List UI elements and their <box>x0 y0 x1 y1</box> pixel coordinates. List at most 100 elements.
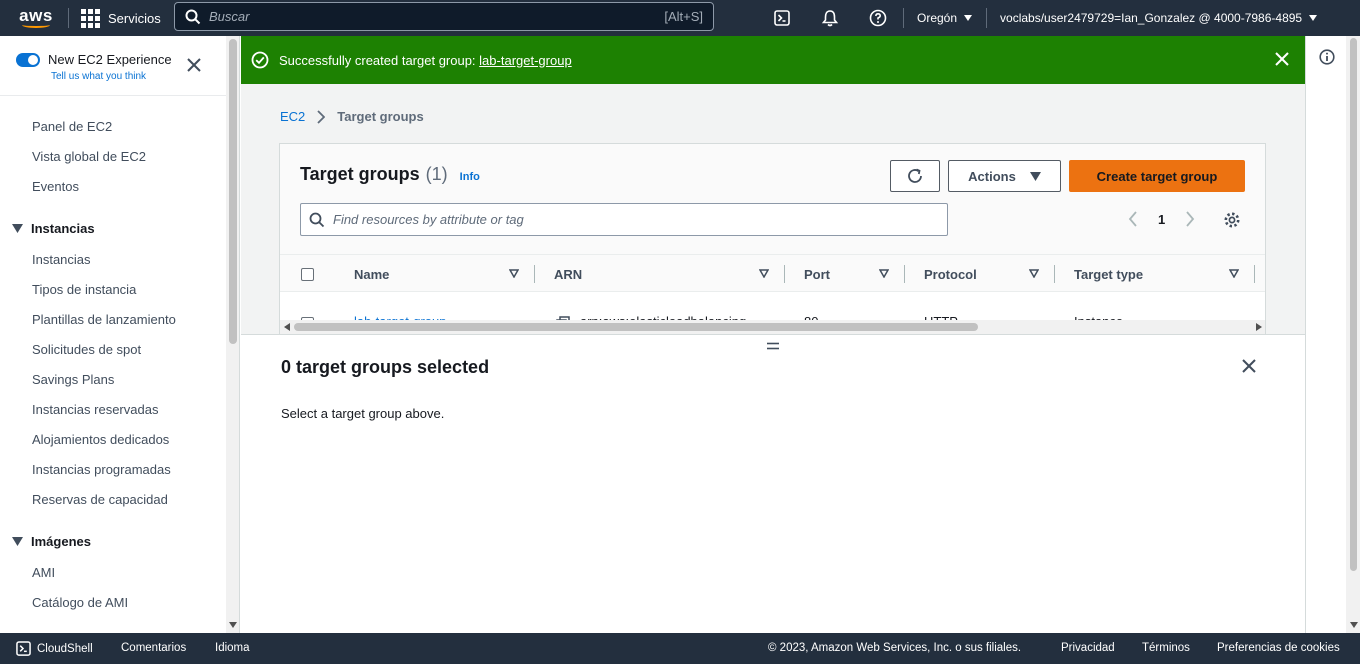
side-navigation: New EC2 Experience Tell us what you thin… <box>0 36 240 633</box>
account-menu[interactable]: voclabs/user2479729=Ian_Gonzalez @ 4000-… <box>1000 11 1318 25</box>
caret-down-icon <box>964 15 973 21</box>
new-experience-toggle[interactable] <box>16 53 40 67</box>
table-title: Target groups <box>300 164 420 184</box>
flash-message: Successfully created target group: lab-t… <box>279 53 572 68</box>
chevron-right-icon <box>317 109 326 124</box>
scrollbar-thumb[interactable] <box>229 39 237 344</box>
sort-caret-icon[interactable] <box>1229 269 1239 278</box>
aws-logo-text: aws <box>19 5 53 25</box>
sidebar-item-instances[interactable]: Instancias <box>32 252 91 267</box>
close-icon[interactable] <box>1242 359 1256 373</box>
section-title: Instancias <box>31 221 95 236</box>
flash-target-group-link[interactable]: lab-target-group <box>479 53 572 68</box>
scroll-down-arrow-icon[interactable] <box>1350 622 1358 628</box>
column-header-target-type[interactable]: Target type <box>1074 267 1143 282</box>
page-number[interactable]: 1 <box>1158 212 1165 227</box>
privacy-link[interactable]: Privacidad <box>1061 642 1115 654</box>
caret-down-icon <box>1029 171 1041 181</box>
split-panel-title: 0 target groups selected <box>281 357 490 377</box>
sidebar-item-ami-catalog[interactable]: Catálogo de AMI <box>32 595 128 610</box>
column-divider[interactable] <box>784 265 785 283</box>
sidebar-item-spot-requests[interactable]: Solicitudes de spot <box>32 342 141 357</box>
notifications-bell-icon[interactable] <box>818 9 842 27</box>
tools-panel-rail <box>1305 36 1360 633</box>
scrollbar-thumb[interactable] <box>1350 38 1357 571</box>
search-placeholder: Buscar <box>209 9 250 24</box>
sidebar-item-ec2-dashboard[interactable]: Panel de EC2 <box>32 119 112 134</box>
column-header-name[interactable]: Name <box>354 267 389 282</box>
breadcrumb-ec2-link[interactable]: EC2 <box>280 109 305 124</box>
info-link[interactable]: Info <box>460 171 480 183</box>
filter-input[interactable]: Find resources by attribute or tag <box>300 203 948 236</box>
create-target-group-label: Create target group <box>1096 168 1218 184</box>
sort-caret-icon[interactable] <box>509 269 519 278</box>
breadcrumb: EC2 Target groups <box>280 109 424 124</box>
scroll-right-arrow-icon[interactable] <box>1256 323 1262 331</box>
refresh-button[interactable] <box>890 160 940 192</box>
sidebar-item-capacity-reservations[interactable]: Reservas de capacidad <box>32 492 168 507</box>
scrollbar-thumb[interactable] <box>294 323 978 331</box>
search-icon <box>309 212 325 227</box>
select-all-checkbox[interactable] <box>301 268 314 281</box>
sidebar-item-reserved-instances[interactable]: Instancias reservadas <box>32 402 158 417</box>
cloudshell-icon <box>16 641 31 656</box>
page-title: Target groups (1) Info <box>300 164 480 185</box>
column-divider[interactable] <box>1054 265 1055 283</box>
cloudshell-icon[interactable] <box>770 10 794 26</box>
feedback-link[interactable]: Comentarios <box>121 642 186 654</box>
sort-caret-icon[interactable] <box>759 269 769 278</box>
actions-label: Actions <box>968 168 1016 184</box>
scroll-left-arrow-icon[interactable] <box>284 323 290 331</box>
sidebar-item-savings-plans[interactable]: Savings Plans <box>32 372 114 387</box>
aws-logo[interactable]: aws <box>12 0 60 36</box>
column-divider[interactable] <box>1254 265 1255 283</box>
cloudshell-button[interactable]: CloudShell <box>16 641 93 656</box>
sidebar-scrollbar[interactable] <box>226 36 239 633</box>
chevron-left-icon[interactable] <box>1128 211 1138 227</box>
actions-dropdown-button[interactable]: Actions <box>948 160 1061 192</box>
caret-down-icon <box>12 224 23 233</box>
close-icon[interactable] <box>1275 52 1289 66</box>
column-divider[interactable] <box>534 265 535 283</box>
sidebar-item-events[interactable]: Eventos <box>32 179 79 194</box>
sidebar-item-ec2-global-view[interactable]: Vista global de EC2 <box>32 149 146 164</box>
table-horizontal-scrollbar[interactable] <box>280 320 1265 334</box>
sidebar-item-instance-types[interactable]: Tipos de instancia <box>32 282 136 297</box>
sidebar-item-launch-templates[interactable]: Plantillas de lanzamiento <box>32 312 176 327</box>
close-icon[interactable] <box>187 58 201 72</box>
divider <box>986 8 988 28</box>
chevron-right-icon[interactable] <box>1185 211 1195 227</box>
resize-handle-icon[interactable] <box>767 342 779 350</box>
column-header-protocol[interactable]: Protocol <box>924 267 977 282</box>
services-menu-button[interactable]: Servicios <box>81 8 161 28</box>
section-title: Imágenes <box>31 534 91 549</box>
settings-gear-icon[interactable] <box>1223 211 1241 229</box>
filter-placeholder: Find resources by attribute or tag <box>333 212 524 227</box>
help-icon[interactable] <box>866 9 890 27</box>
sidebar-item-dedicated-hosts[interactable]: Alojamientos dedicados <box>32 432 169 447</box>
sidebar-section-images[interactable]: Imágenes <box>12 534 91 549</box>
sort-caret-icon[interactable] <box>879 269 889 278</box>
divider <box>903 8 904 28</box>
language-link[interactable]: Idioma <box>215 642 250 654</box>
caret-down-icon <box>1309 15 1318 21</box>
sidebar-section-instances[interactable]: Instancias <box>12 221 95 236</box>
split-panel-message: Select a target group above. <box>281 406 445 421</box>
create-target-group-button[interactable]: Create target group <box>1069 160 1245 192</box>
sidebar-item-scheduled-instances[interactable]: Instancias programadas <box>32 462 171 477</box>
page-scrollbar[interactable] <box>1346 36 1360 633</box>
info-icon[interactable] <box>1319 49 1335 65</box>
terms-link[interactable]: Términos <box>1142 642 1190 654</box>
column-divider[interactable] <box>904 265 905 283</box>
global-search-input[interactable]: Buscar [Alt+S] <box>174 2 714 31</box>
sidebar-item-ami[interactable]: AMI <box>32 565 55 580</box>
region-selector[interactable]: Oregón <box>917 11 973 25</box>
column-header-arn[interactable]: ARN <box>554 267 582 282</box>
scroll-down-arrow-icon[interactable] <box>229 622 237 628</box>
search-icon <box>185 9 201 24</box>
sort-caret-icon[interactable] <box>1029 269 1039 278</box>
feedback-link[interactable]: Tell us what you think <box>51 71 146 82</box>
new-experience-title: New EC2 Experience <box>48 52 172 67</box>
cookie-preferences-link[interactable]: Preferencias de cookies <box>1217 642 1340 654</box>
column-header-port[interactable]: Port <box>804 267 830 282</box>
